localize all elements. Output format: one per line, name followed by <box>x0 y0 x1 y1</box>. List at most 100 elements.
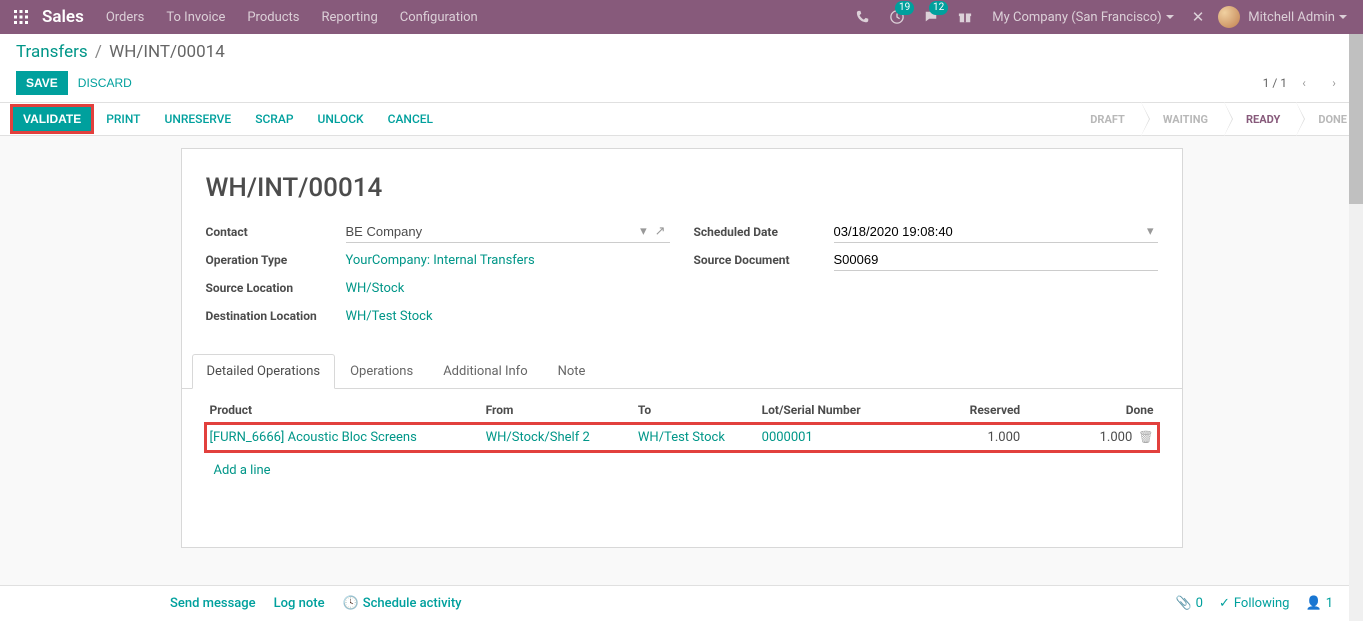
srcdoc-field[interactable] <box>834 249 1158 271</box>
nav-item-orders[interactable]: Orders <box>96 2 155 33</box>
external-link-icon[interactable]: ↗ <box>651 224 670 239</box>
gift-icon[interactable] <box>950 0 980 34</box>
pager-prev-icon[interactable]: ‹ <box>1291 70 1317 96</box>
step-ready[interactable]: READY <box>1224 102 1296 136</box>
breadcrumb: Transfers / WH/INT/00014 <box>0 34 1363 66</box>
srcloc-value[interactable]: WH/Stock <box>346 281 670 296</box>
action-row: SAVE DISCARD 1 / 1 ‹ › <box>0 66 1363 102</box>
contact-field[interactable]: ▾ ↗ <box>346 221 670 243</box>
chat-badge: 12 <box>929 1 948 15</box>
breadcrumb-sep: / <box>95 42 102 62</box>
chatter-left: Send message Log note 🕓Schedule activity <box>170 596 462 611</box>
discard-button[interactable]: DISCARD <box>68 71 142 95</box>
followers-count: 1 <box>1326 596 1333 611</box>
avatar[interactable] <box>1218 6 1240 28</box>
clock-badge: 19 <box>895 1 914 15</box>
cell-to[interactable]: WH/Test Stock <box>634 424 758 452</box>
close-icon[interactable]: ✕ <box>1186 8 1211 26</box>
apps-icon[interactable] <box>8 10 34 24</box>
label-sched: Scheduled Date <box>694 225 834 239</box>
validate-button[interactable]: VALIDATE <box>13 107 91 131</box>
table-row[interactable]: [FURN_6666] Acoustic Bloc Screens WH/Sto… <box>206 424 1158 452</box>
th-to[interactable]: To <box>634 397 758 424</box>
username-menu[interactable]: Mitchell Admin <box>1248 10 1355 25</box>
chat-icon[interactable]: 12 <box>916 0 946 34</box>
status-row: VALIDATE PRINT UNRESERVE SCRAP UNLOCK CA… <box>0 102 1363 136</box>
print-button[interactable]: PRINT <box>94 112 152 126</box>
th-product[interactable]: Product <box>206 397 482 424</box>
operations-table: Product From To Lot/Serial Number Reserv… <box>206 397 1158 490</box>
chatter: Send message Log note 🕓Schedule activity… <box>0 585 1349 621</box>
navbar: Sales Orders To Invoice Products Reporti… <box>0 0 1363 34</box>
step-waiting[interactable]: WAITING <box>1141 102 1224 136</box>
breadcrumb-current: WH/INT/00014 <box>109 42 225 62</box>
cell-done[interactable]: 1.000 🗑 <box>1024 424 1157 452</box>
optype-value[interactable]: YourCompany: Internal Transfers <box>346 253 670 268</box>
person-icon: 👤 <box>1306 596 1322 611</box>
tab-additional-info[interactable]: Additional Info <box>428 354 542 389</box>
username-label: Mitchell Admin <box>1248 10 1335 25</box>
label-srcdoc: Source Document <box>694 253 834 267</box>
log-note-button[interactable]: Log note <box>274 596 325 611</box>
chevron-down-icon[interactable]: ▾ <box>1143 224 1158 239</box>
tab-note[interactable]: Note <box>543 354 601 389</box>
nav-right: 19 12 My Company (San Francisco) ✕ Mitch… <box>848 0 1355 34</box>
nav-item-reporting[interactable]: Reporting <box>312 2 388 33</box>
cell-from[interactable]: WH/Stock/Shelf 2 <box>482 424 634 452</box>
chevron-down-icon[interactable]: ▾ <box>636 224 651 239</box>
trash-icon[interactable]: 🗑 <box>1138 430 1153 444</box>
sched-date-input[interactable] <box>834 221 1143 242</box>
scroll-thumb[interactable] <box>1349 34 1363 204</box>
clock-small-icon: 🕓 <box>343 596 359 611</box>
tab-detailed-operations[interactable]: Detailed Operations <box>192 354 336 389</box>
company-name: My Company (San Francisco) <box>992 10 1161 25</box>
unlock-button[interactable]: UNLOCK <box>305 112 375 126</box>
attach-count: 0 <box>1196 596 1203 611</box>
attachments-button[interactable]: 📎0 <box>1175 596 1203 611</box>
cell-reserved[interactable]: 1.000 <box>910 424 1024 452</box>
following-button[interactable]: ✓Following <box>1219 596 1290 611</box>
clock-icon[interactable]: 19 <box>882 0 912 34</box>
form-sheet: WH/INT/00014 Contact ▾ ↗ Operation Type … <box>181 148 1183 548</box>
cancel-button[interactable]: CANCEL <box>376 112 445 126</box>
status-steps: DRAFT WAITING READY DONE <box>1068 103 1363 135</box>
add-line-link[interactable]: Add a line <box>210 457 275 484</box>
srcdoc-input[interactable] <box>834 249 1158 270</box>
label-contact: Contact <box>206 225 346 239</box>
nav-item-toinvoice[interactable]: To Invoice <box>156 2 235 33</box>
save-button[interactable]: SAVE <box>16 71 68 95</box>
send-message-button[interactable]: Send message <box>170 596 256 611</box>
sheet-wrap: WH/INT/00014 Contact ▾ ↗ Operation Type … <box>0 136 1363 548</box>
check-icon: ✓ <box>1219 596 1230 611</box>
schedule-activity-button[interactable]: 🕓Schedule activity <box>343 596 462 611</box>
th-from[interactable]: From <box>482 397 634 424</box>
nav-item-configuration[interactable]: Configuration <box>390 2 488 33</box>
followers-button[interactable]: 👤1 <box>1306 596 1334 611</box>
dstloc-value[interactable]: WH/Test Stock <box>346 309 670 324</box>
cell-done-value: 1.000 <box>1100 430 1133 445</box>
nav-menu: Orders To Invoice Products Reporting Con… <box>96 2 488 33</box>
unreserve-button[interactable]: UNRESERVE <box>152 112 243 126</box>
tab-operations[interactable]: Operations <box>335 354 428 389</box>
sched-date-field[interactable]: ▾ <box>834 221 1158 243</box>
chatter-right: 📎0 ✓Following 👤1 <box>1175 596 1333 611</box>
th-reserved[interactable]: Reserved <box>910 397 1024 424</box>
record-title: WH/INT/00014 <box>206 173 1158 203</box>
cell-lot[interactable]: 0000001 <box>758 424 910 452</box>
contact-input[interactable] <box>346 221 637 242</box>
scrap-button[interactable]: SCRAP <box>243 112 305 126</box>
breadcrumb-root[interactable]: Transfers <box>16 42 88 62</box>
th-done[interactable]: Done <box>1024 397 1157 424</box>
form-col-left: Contact ▾ ↗ Operation Type YourCompany: … <box>206 221 670 333</box>
brand-title[interactable]: Sales <box>42 7 84 27</box>
paperclip-icon: 📎 <box>1175 596 1191 611</box>
company-selector[interactable]: My Company (San Francisco) <box>984 10 1181 25</box>
cell-product[interactable]: [FURN_6666] Acoustic Bloc Screens <box>206 424 482 452</box>
nav-item-products[interactable]: Products <box>237 2 309 33</box>
step-draft[interactable]: DRAFT <box>1068 102 1141 136</box>
scrollbar[interactable] <box>1349 34 1363 621</box>
pager-next-icon[interactable]: › <box>1321 70 1347 96</box>
th-lot[interactable]: Lot/Serial Number <box>758 397 910 424</box>
tabs: Detailed Operations Operations Additiona… <box>182 353 1182 389</box>
phone-icon[interactable] <box>848 0 878 34</box>
